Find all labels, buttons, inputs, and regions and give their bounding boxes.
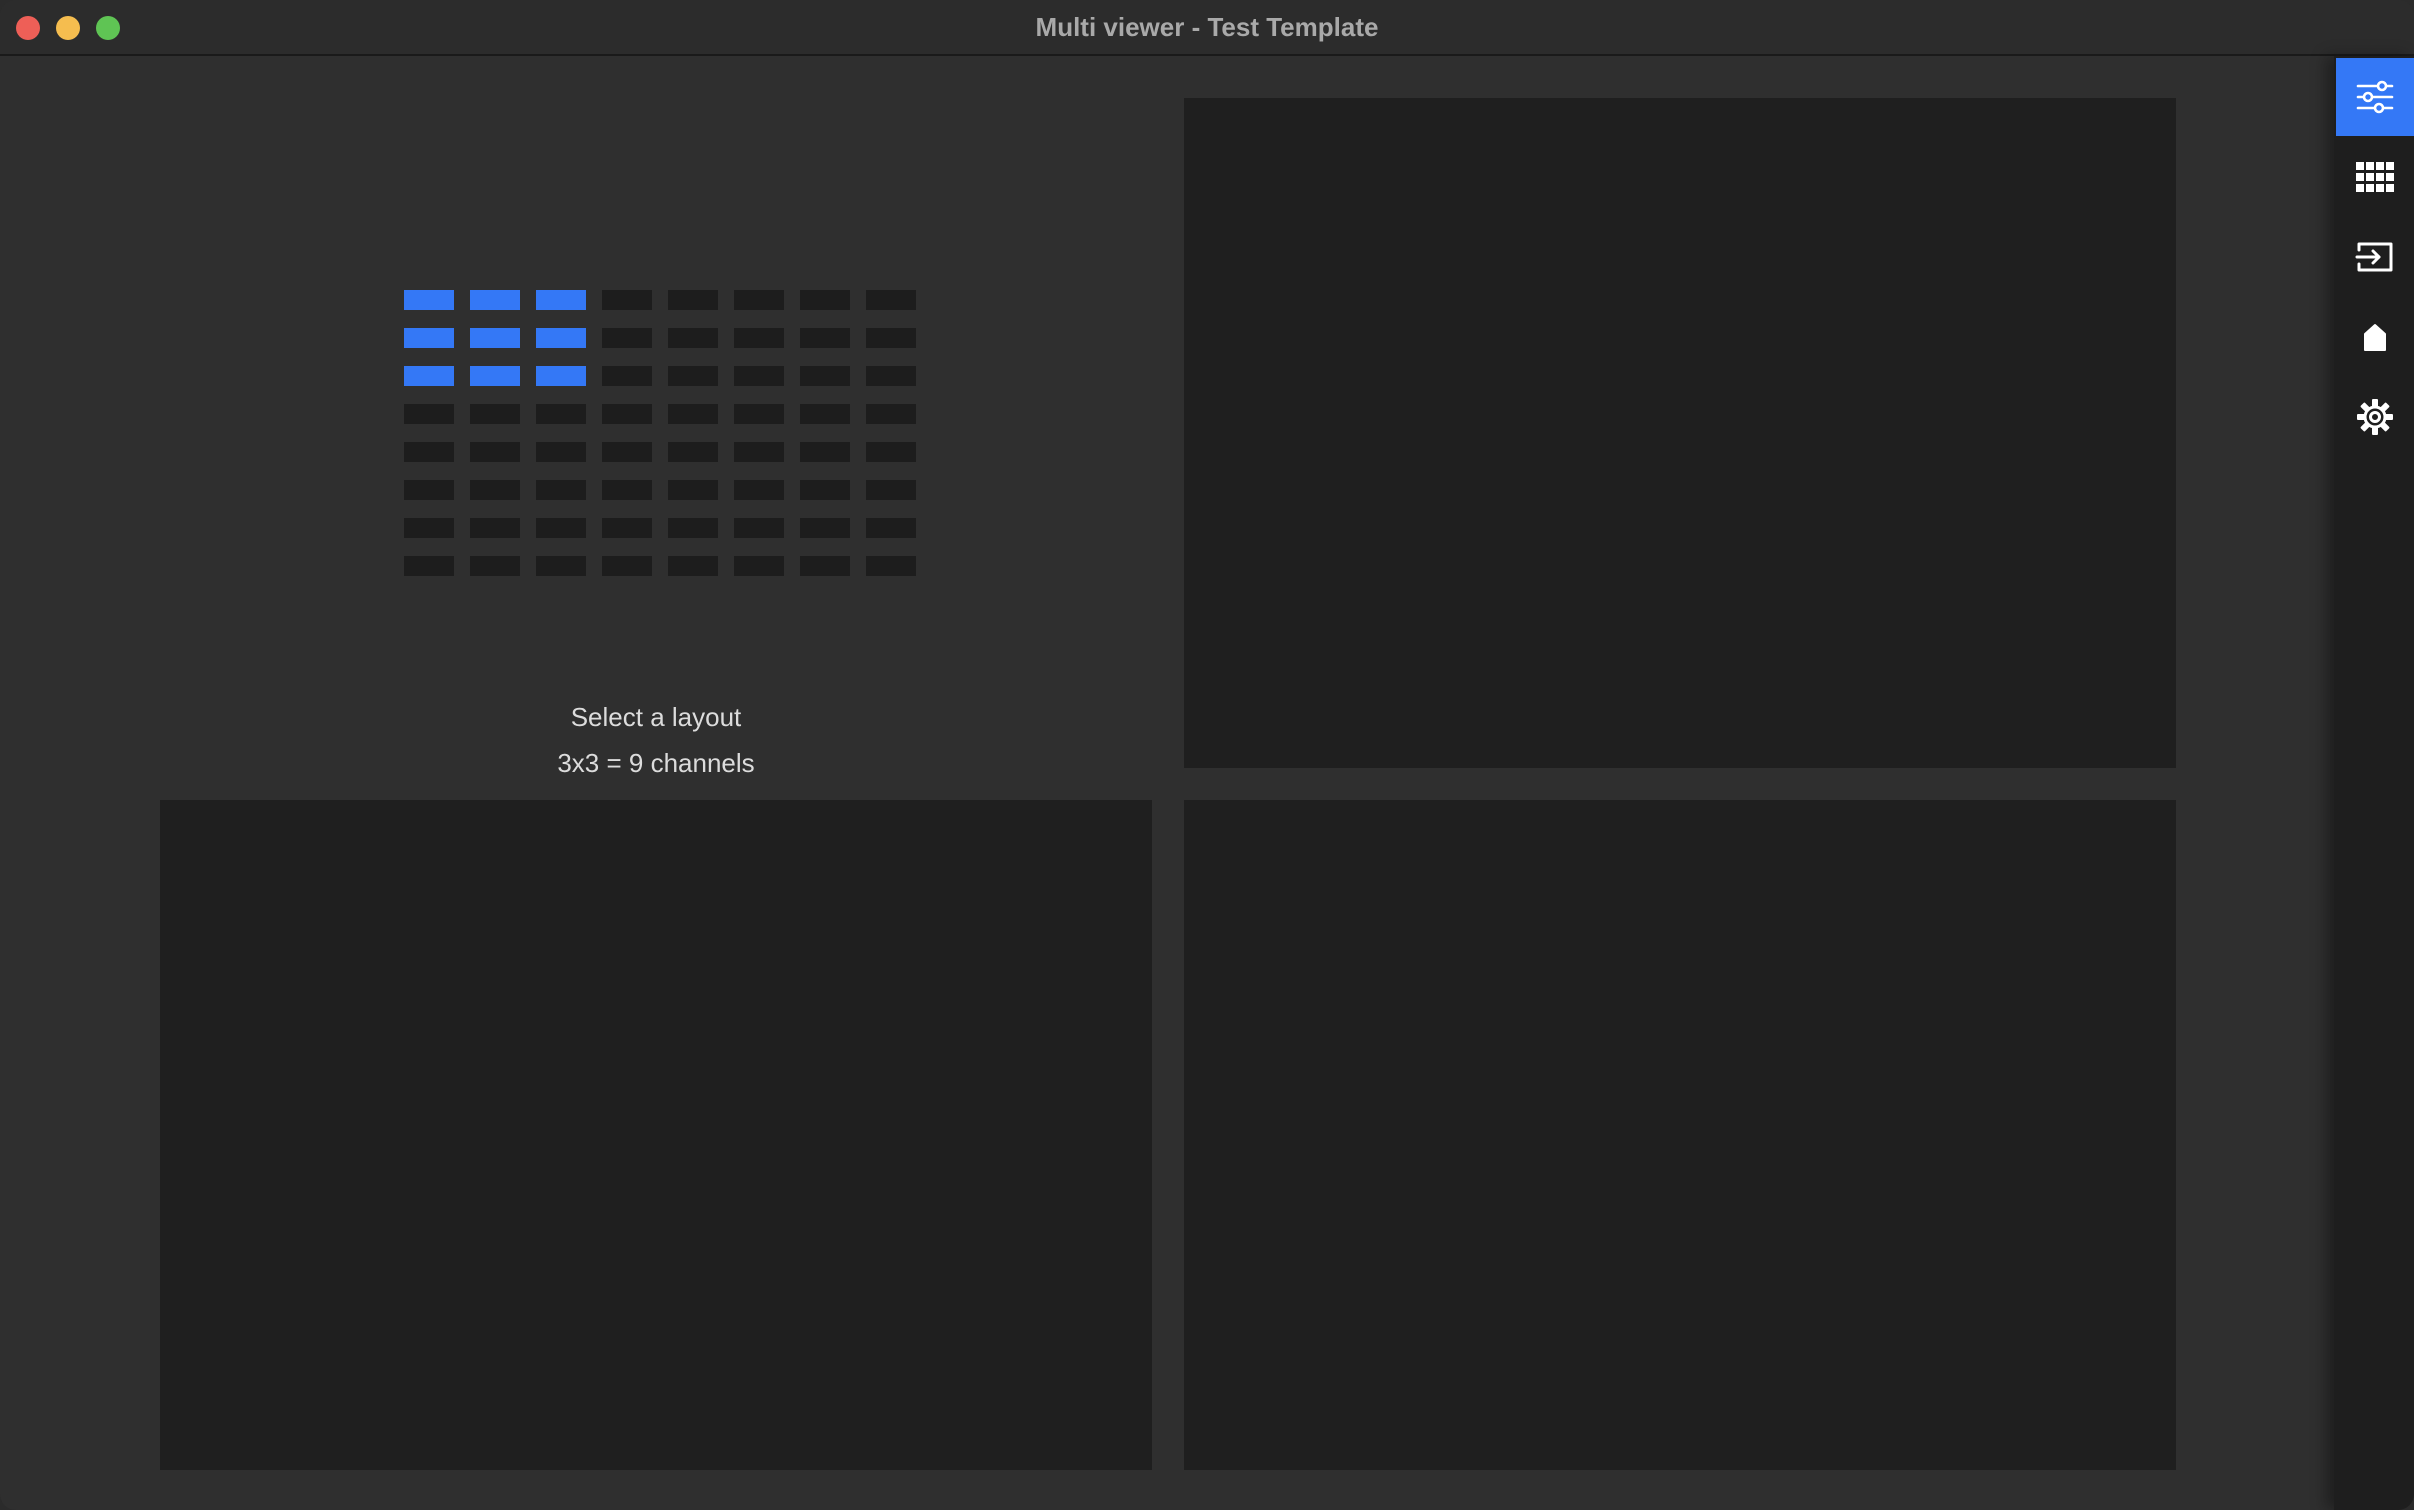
title-bar: Multi viewer - Test Template <box>0 0 2414 56</box>
layout-selector-panel: Select a layout 3x3 = 9 channels <box>160 98 1152 778</box>
layout-cell[interactable] <box>734 556 784 576</box>
layout-cell[interactable] <box>734 290 784 310</box>
layout-cell[interactable] <box>404 404 454 424</box>
layout-cell[interactable] <box>536 480 586 500</box>
layout-grid[interactable] <box>404 290 916 576</box>
layout-cell-selected[interactable] <box>470 366 520 386</box>
layout-cell[interactable] <box>536 556 586 576</box>
layout-cell[interactable] <box>602 290 652 310</box>
layout-cell[interactable] <box>800 290 850 310</box>
gear-icon <box>2357 399 2393 435</box>
layout-cell[interactable] <box>470 404 520 424</box>
layout-cell[interactable] <box>734 366 784 386</box>
layout-cell[interactable] <box>734 328 784 348</box>
app-window: Multi viewer - Test Template Select a la… <box>0 0 2414 1510</box>
layout-cell[interactable] <box>470 480 520 500</box>
layout-cell-selected[interactable] <box>470 328 520 348</box>
layout-cell[interactable] <box>602 518 652 538</box>
layout-cell[interactable] <box>866 290 916 310</box>
layout-cell[interactable] <box>668 404 718 424</box>
layout-cell[interactable] <box>536 404 586 424</box>
layout-cell[interactable] <box>866 556 916 576</box>
channel-tile-bottom-left[interactable] <box>160 800 1152 1470</box>
layout-cell[interactable] <box>800 404 850 424</box>
window-title: Multi viewer - Test Template <box>1035 12 1379 42</box>
layout-cell[interactable] <box>602 442 652 462</box>
layout-cell-selected[interactable] <box>404 290 454 310</box>
layout-cell[interactable] <box>734 480 784 500</box>
layout-cell[interactable] <box>470 442 520 462</box>
layout-cell[interactable] <box>404 518 454 538</box>
layout-cell[interactable] <box>602 366 652 386</box>
layout-cell[interactable] <box>404 442 454 462</box>
sidebar-layout-settings-button[interactable] <box>2336 58 2414 136</box>
layout-cell[interactable] <box>800 518 850 538</box>
sliders-icon <box>2356 80 2394 114</box>
layout-cell[interactable] <box>602 480 652 500</box>
grid-icon <box>2356 162 2394 192</box>
sidebar-home-button[interactable] <box>2336 298 2414 376</box>
layout-cell[interactable] <box>668 366 718 386</box>
layout-cell-selected[interactable] <box>404 366 454 386</box>
sidebar-input-button[interactable] <box>2336 218 2414 296</box>
layout-cell[interactable] <box>866 328 916 348</box>
layout-cell[interactable] <box>800 556 850 576</box>
layout-cell-selected[interactable] <box>536 290 586 310</box>
layout-cell[interactable] <box>800 366 850 386</box>
layout-cell[interactable] <box>668 328 718 348</box>
layout-caption: Select a layout <box>570 702 742 732</box>
layout-cell[interactable] <box>734 518 784 538</box>
layout-cell[interactable] <box>866 518 916 538</box>
sidebar-settings-button[interactable] <box>2336 378 2414 456</box>
layout-cell[interactable] <box>668 518 718 538</box>
layout-cell-selected[interactable] <box>536 328 586 348</box>
layout-cell[interactable] <box>404 480 454 500</box>
layout-selection-label: 3x3 = 9 channels <box>557 748 755 778</box>
layout-cell[interactable] <box>668 556 718 576</box>
sidebar-grid-button[interactable] <box>2336 138 2414 216</box>
layout-cell[interactable] <box>602 328 652 348</box>
layout-cell-selected[interactable] <box>470 290 520 310</box>
layout-cell[interactable] <box>536 518 586 538</box>
layout-cell[interactable] <box>866 404 916 424</box>
layout-cell-selected[interactable] <box>404 328 454 348</box>
layout-cell[interactable] <box>602 556 652 576</box>
viewer-area: Select a layout 3x3 = 9 channels <box>0 56 2334 1510</box>
layout-cell[interactable] <box>866 366 916 386</box>
layout-cell[interactable] <box>800 442 850 462</box>
home-icon <box>2364 324 2386 351</box>
layout-cell[interactable] <box>602 404 652 424</box>
layout-cell[interactable] <box>470 518 520 538</box>
layout-cell[interactable] <box>800 480 850 500</box>
sidebar <box>2334 56 2414 1510</box>
layout-cell[interactable] <box>404 556 454 576</box>
layout-cell[interactable] <box>800 328 850 348</box>
layout-cell[interactable] <box>536 442 586 462</box>
layout-cell[interactable] <box>734 404 784 424</box>
layout-cell-selected[interactable] <box>536 366 586 386</box>
layout-cell[interactable] <box>668 290 718 310</box>
layout-cell[interactable] <box>734 442 784 462</box>
layout-cell[interactable] <box>470 556 520 576</box>
channel-tile-bottom-right[interactable] <box>1184 800 2176 1470</box>
layout-cell[interactable] <box>668 480 718 500</box>
channel-tile-top-right[interactable] <box>1184 98 2176 768</box>
input-icon <box>2355 242 2393 272</box>
layout-cell[interactable] <box>668 442 718 462</box>
layout-cell[interactable] <box>866 442 916 462</box>
layout-cell[interactable] <box>866 480 916 500</box>
